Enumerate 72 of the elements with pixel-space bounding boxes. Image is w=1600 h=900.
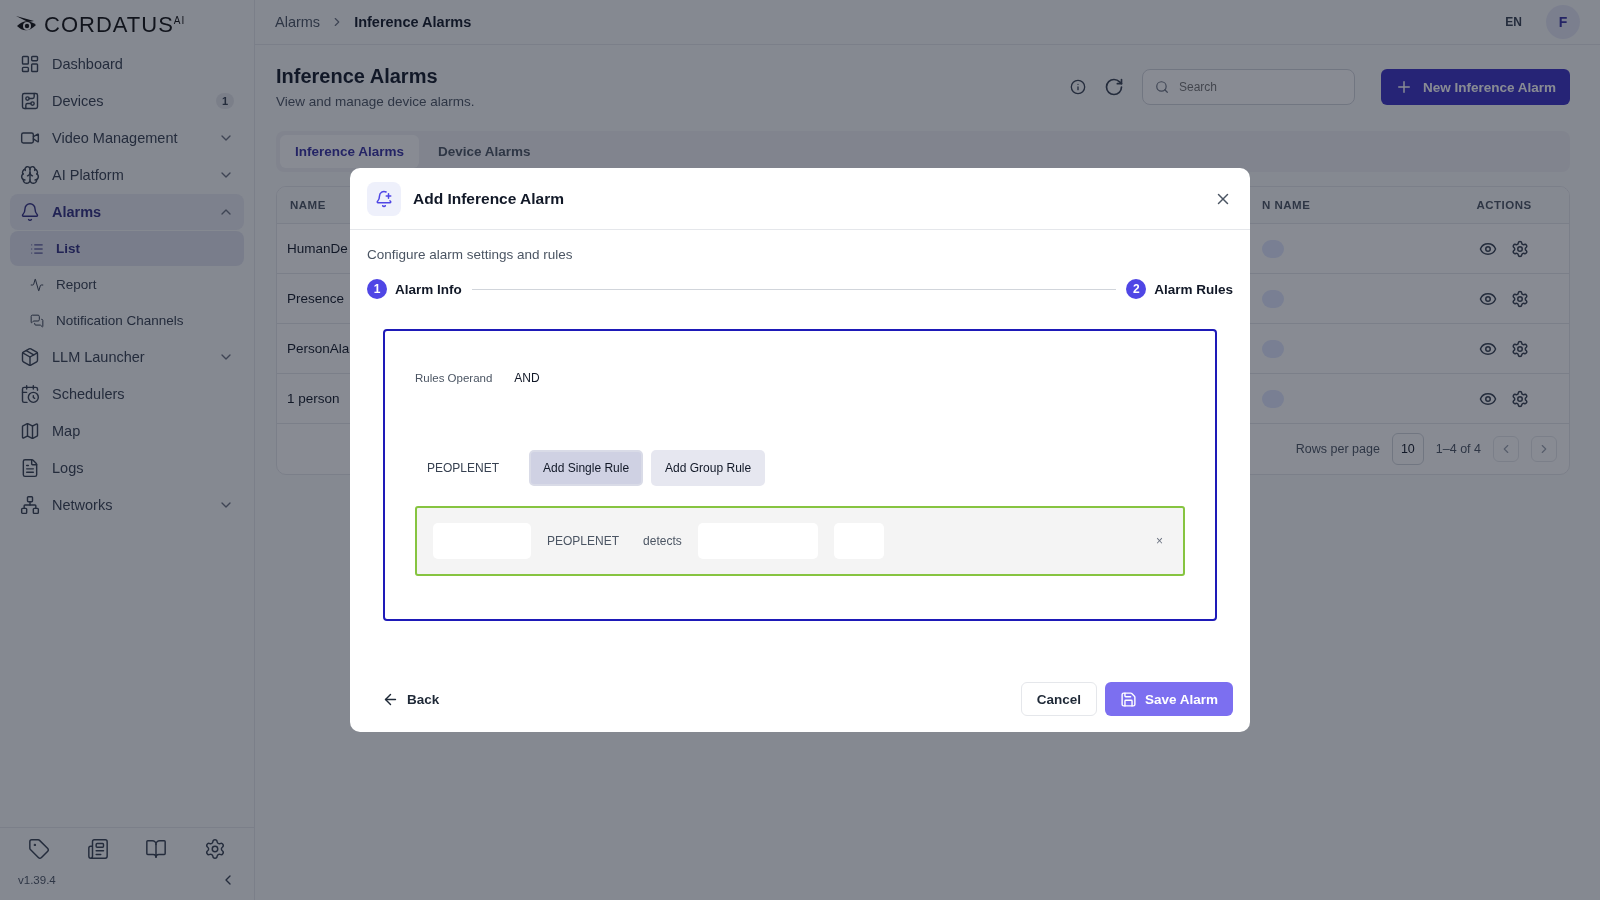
sidebar-subitem[interactable]: Notification Channels [10, 303, 244, 338]
info-icon[interactable] [1069, 79, 1086, 95]
settings-icon[interactable] [1511, 289, 1529, 308]
remove-rule-button[interactable]: × [1152, 534, 1167, 548]
tab[interactable]: Device Alarms [423, 135, 546, 168]
newspaper-icon[interactable] [86, 838, 109, 860]
sidebar-subitem[interactable]: List [10, 231, 244, 266]
list-icon [30, 241, 44, 256]
dialog-description: Configure alarm settings and rules [367, 247, 574, 262]
tab[interactable]: Inference Alarms [280, 135, 420, 168]
new-alarm-button[interactable]: New Inference Alarm [1380, 69, 1570, 105]
breadcrumb-item: Inference Alarms [354, 14, 472, 30]
sidebar-item[interactable]: Video Management [10, 120, 244, 156]
page-range: 1–4 of 4 [1435, 442, 1481, 456]
sidebar-item[interactable]: Devices 1 [10, 83, 244, 119]
model-label: PEOPLENET [427, 461, 500, 475]
settings-icon[interactable] [1511, 239, 1529, 258]
add-rule-button[interactable]: Add Group Rule [651, 450, 766, 486]
dashboard-icon [20, 54, 40, 74]
bell-plus-icon [367, 181, 401, 216]
sidebar-subitem[interactable]: Report [10, 267, 244, 302]
book-icon[interactable] [145, 838, 168, 860]
breadcrumb-item[interactable]: Alarms [275, 14, 321, 30]
back-button[interactable]: Back [367, 682, 455, 716]
network-icon [20, 495, 40, 515]
sidebar-item[interactable]: Alarms [10, 194, 244, 230]
search-input[interactable]: Search [1177, 79, 1342, 95]
cancel-button[interactable]: Cancel [1020, 682, 1097, 716]
save-icon [1119, 690, 1137, 708]
settings-icon[interactable] [1511, 339, 1529, 358]
search-icon [1154, 79, 1169, 95]
sidebar-item[interactable]: Dashboard [10, 46, 244, 82]
user-avatar[interactable]: F [1546, 5, 1580, 39]
step-label: Alarm Info [395, 281, 462, 297]
version-label: v1.39.4 [18, 874, 56, 886]
bell-icon [20, 202, 40, 222]
language-button[interactable]: EN [1505, 15, 1522, 29]
settings-icon[interactable] [1511, 389, 1529, 408]
sidebar-item[interactable]: Logs [10, 450, 244, 486]
dialog-title: Add Inference Alarm [413, 189, 566, 208]
count-badge: 1 [215, 93, 234, 109]
rows-per-page-label: Rows per page [1295, 442, 1380, 456]
search-field[interactable]: Search [1141, 69, 1355, 105]
circuit-board-icon [20, 91, 40, 111]
step-number: 2 [1126, 279, 1147, 299]
box-icon [20, 347, 40, 367]
sidebar-item[interactable]: Networks [10, 487, 244, 523]
rows-per-page-select[interactable]: 10 [1391, 433, 1424, 465]
step-number: 1 [367, 279, 387, 299]
chat-icon [30, 313, 44, 328]
sidebar-item[interactable]: AI Platform [10, 157, 244, 193]
tag-icon[interactable] [28, 838, 50, 860]
pulse-icon [30, 277, 44, 292]
operand-label: Rules Operand [415, 372, 493, 384]
sidebar-item[interactable]: Map [10, 413, 244, 449]
document-icon [20, 458, 40, 478]
operand-value[interactable]: AND [514, 371, 540, 385]
sidebar-item[interactable]: LLM Launcher [10, 339, 244, 375]
rule-model-text: PEOPLENET [546, 534, 621, 548]
brain-icon [20, 165, 40, 185]
add-rule-button[interactable]: Add Single Rule [529, 450, 644, 486]
page-title: Inference Alarms [276, 65, 439, 88]
logo-text: CORDATUS$^{AI}$ [44, 12, 186, 38]
calendar-clock-icon [20, 384, 40, 404]
settings-icon[interactable] [203, 838, 226, 860]
page-subtitle: View and manage device alarms. [276, 94, 476, 109]
map-icon [20, 421, 40, 441]
save-button[interactable]: Save Alarm [1104, 682, 1233, 716]
refresh-icon[interactable] [1103, 77, 1124, 97]
rule-verb-text: detects [642, 534, 683, 548]
step-label: Alarm Rules [1154, 281, 1233, 297]
sidebar-item[interactable]: Schedulers [10, 376, 244, 412]
